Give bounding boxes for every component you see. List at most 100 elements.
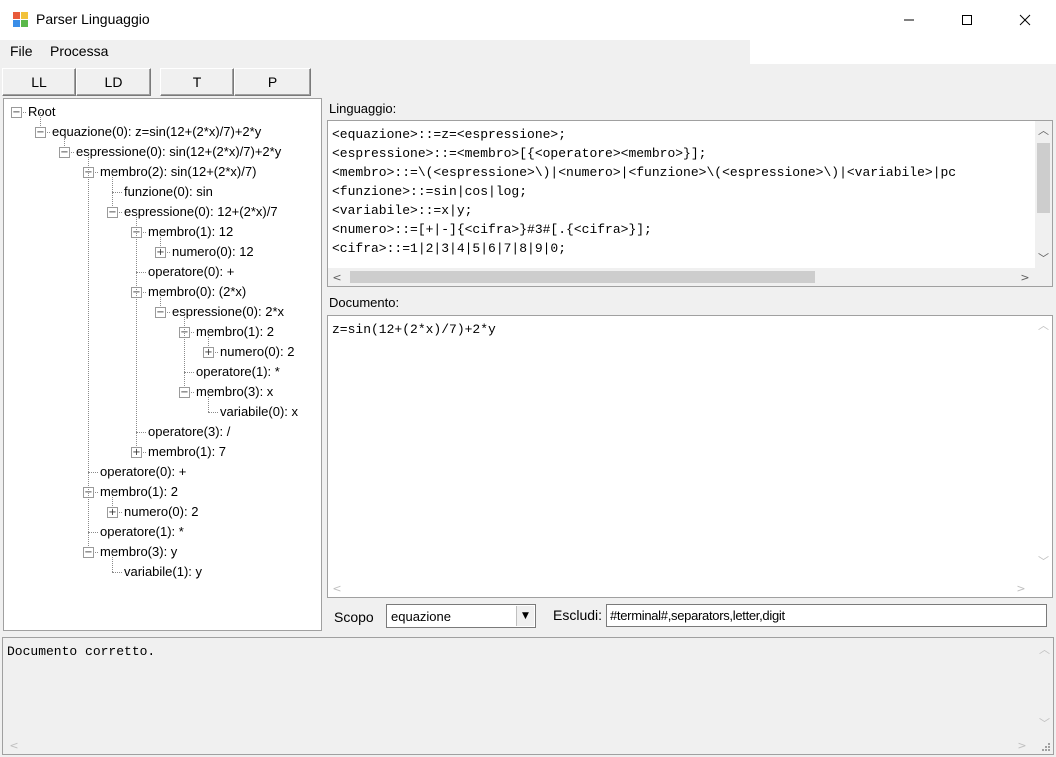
menu-bar-fill — [750, 40, 1056, 64]
collapse-icon[interactable]: − — [59, 147, 70, 158]
linguaggio-text: <equazione>::=z=<espressione>;<espressio… — [332, 125, 956, 258]
documento-hscrollbar[interactable]: < > — [328, 579, 1036, 597]
grammar-line: <numero>::=[+|-]{<cifra>}#3#[.{<cifra>}]… — [332, 222, 652, 237]
tree-connector — [184, 372, 194, 373]
tree-node[interactable]: membro(2): sin(12+(2*x)/7) — [100, 163, 256, 181]
escludi-value: #terminal#,separators,letter,digit — [610, 608, 785, 623]
documento-label: Documento: — [329, 295, 400, 310]
output-vscrollbar[interactable]: ︿ ﹀ — [1036, 638, 1053, 736]
collapse-icon[interactable]: − — [107, 207, 118, 218]
linguaggio-vscrollbar[interactable]: ︿ ﹀ — [1035, 121, 1052, 269]
output-hscrollbar[interactable]: < > — [3, 736, 1037, 754]
linguaggio-vscroll-thumb[interactable] — [1037, 143, 1050, 213]
escludi-label: Escludi: — [553, 607, 603, 623]
scroll-left-icon[interactable]: < — [328, 268, 346, 286]
expand-icon[interactable]: + — [131, 447, 142, 458]
tree-node[interactable]: equazione(0): z=sin(12+(2*x)/7)+2*y — [52, 123, 261, 141]
tree-node[interactable]: variabile(1): y — [124, 563, 202, 581]
scroll-up-icon[interactable]: ︿ — [1035, 121, 1052, 138]
scroll-right-icon[interactable]: > — [1016, 268, 1034, 286]
window-title: Parser Linguaggio — [36, 11, 150, 27]
tree-connector — [208, 392, 209, 412]
expand-icon[interactable]: + — [203, 347, 214, 358]
tree-node[interactable]: numero(0): 12 — [172, 243, 254, 261]
tree-connector — [184, 312, 185, 392]
tree-node[interactable]: numero(0): 2 — [220, 343, 294, 361]
collapse-icon[interactable]: − — [35, 127, 46, 138]
scroll-left-icon[interactable]: < — [5, 736, 23, 754]
tree-node[interactable]: numero(0): 2 — [124, 503, 198, 521]
tree-connector — [112, 172, 113, 212]
tree-connector — [112, 572, 122, 573]
tree-connector — [88, 532, 98, 533]
menu-file[interactable]: File — [10, 43, 33, 59]
minimize-button[interactable] — [880, 0, 938, 40]
tree-connector — [136, 272, 146, 273]
expand-icon[interactable]: + — [107, 507, 118, 518]
expand-icon[interactable]: + — [155, 247, 166, 258]
grammar-line: <variabile>::=x|y; — [332, 203, 473, 218]
ll-button[interactable]: LL — [2, 68, 76, 96]
tree-node[interactable]: operatore(1): * — [100, 523, 184, 541]
grammar-line: <cifra>::=1|2|3|4|5|6|7|8|9|0; — [332, 241, 567, 256]
scroll-right-icon[interactable]: > — [1012, 579, 1030, 597]
tree-node[interactable]: operatore(0): + — [148, 263, 234, 281]
tree-node[interactable]: espressione(0): 12+(2*x)/7 — [124, 203, 278, 221]
tree-connector — [208, 412, 218, 413]
tree-node[interactable]: membro(0): (2*x) — [148, 283, 246, 301]
collapse-icon[interactable]: − — [11, 107, 22, 118]
tree-connector — [88, 152, 89, 552]
documento-textarea[interactable]: z=sin(12+(2*x)/7)+2*y ︿ ﹀ < > — [327, 315, 1053, 598]
parse-tree[interactable]: − Root − equazione(0): z=sin(12+(2*x)/7)+2*… — [3, 98, 322, 631]
chevron-down-icon[interactable]: ▼ — [516, 606, 534, 626]
scopo-dropdown[interactable]: equazione ▼ — [386, 604, 536, 628]
output-textarea[interactable]: Documento corretto. ︿ ﹀ < > — [2, 637, 1054, 755]
scopo-label: Scopo — [334, 609, 374, 625]
scroll-down-icon[interactable]: ﹀ — [1035, 249, 1052, 266]
grammar-line: <funzione>::=sin|cos|log; — [332, 184, 528, 199]
tree-node[interactable]: operatore(0): + — [100, 463, 186, 481]
menu-processa[interactable]: Processa — [50, 43, 108, 59]
tree-node[interactable]: funzione(0): sin — [124, 183, 213, 201]
tree-node[interactable]: Root — [28, 103, 55, 121]
t-button[interactable]: T — [160, 68, 234, 96]
app-icon — [12, 11, 29, 28]
tree-node[interactable]: espressione(0): 2*x — [172, 303, 284, 321]
grammar-line: <espressione>::=<membro>[{<operatore><me… — [332, 146, 707, 161]
collapse-icon[interactable]: − — [83, 547, 94, 558]
documento-text: z=sin(12+(2*x)/7)+2*y — [332, 322, 496, 337]
close-button[interactable] — [996, 0, 1054, 40]
tree-node[interactable]: membro(1): 7 — [148, 443, 226, 461]
scroll-up-icon[interactable]: ︿ — [1036, 640, 1053, 657]
linguaggio-textarea[interactable]: <equazione>::=z=<espressione>;<espressio… — [327, 120, 1053, 287]
documento-vscrollbar[interactable]: ︿ ﹀ — [1035, 316, 1052, 580]
scroll-down-icon[interactable]: ﹀ — [1035, 552, 1052, 569]
close-icon — [1019, 14, 1031, 26]
grammar-line: <equazione>::=z=<espressione>; — [332, 127, 567, 142]
p-button[interactable]: P — [234, 68, 311, 96]
output-text: Documento corretto. — [7, 644, 156, 659]
collapse-icon[interactable]: − — [179, 387, 190, 398]
tree-node[interactable]: espressione(0): sin(12+(2*x)/7)+2*y — [76, 143, 281, 161]
tree-node[interactable]: operatore(3): / — [148, 423, 230, 441]
tree-node[interactable]: operatore(1): * — [196, 363, 280, 381]
escludi-input[interactable]: #terminal#,separators,letter,digit — [606, 604, 1047, 627]
minimize-icon — [904, 19, 914, 21]
linguaggio-label: Linguaggio: — [329, 101, 397, 116]
maximize-button[interactable] — [938, 0, 996, 40]
linguaggio-hscrollbar[interactable]: < > — [328, 268, 1036, 286]
collapse-icon[interactable]: − — [155, 307, 166, 318]
linguaggio-hscroll-thumb[interactable] — [350, 271, 815, 283]
ld-button[interactable]: LD — [76, 68, 151, 96]
tree-connector — [112, 192, 122, 193]
scroll-up-icon[interactable]: ︿ — [1035, 316, 1052, 333]
tree-node[interactable]: variabile(0): x — [220, 403, 298, 421]
maximize-icon — [962, 15, 972, 25]
tree-connector — [136, 432, 146, 433]
scroll-down-icon[interactable]: ﹀ — [1036, 714, 1053, 731]
resize-grip-icon[interactable] — [1036, 736, 1053, 754]
tree-connector — [112, 552, 113, 572]
scroll-left-icon[interactable]: < — [328, 579, 346, 597]
scopo-value: equazione — [391, 609, 451, 624]
scroll-right-icon[interactable]: > — [1013, 736, 1031, 754]
